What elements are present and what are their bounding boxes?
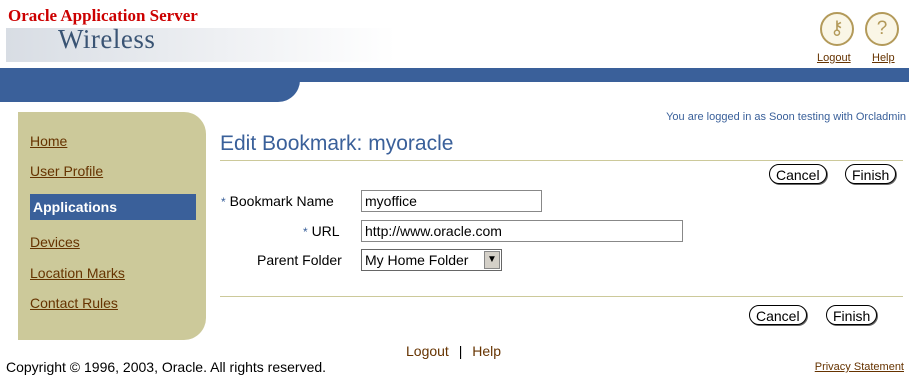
title-divider xyxy=(220,160,903,161)
parent-folder-value: My Home Folder xyxy=(365,252,469,268)
required-icon: * xyxy=(221,195,226,209)
cancel-button-bottom[interactable]: Cancel xyxy=(749,305,807,325)
footer-logout-link[interactable]: Logout xyxy=(406,343,449,359)
url-label: * URL xyxy=(303,223,340,239)
nav-item-location-marks[interactable]: Location Marks xyxy=(30,265,125,281)
side-nav: Home User Profile Applications Devices L… xyxy=(18,112,206,340)
footer-separator: | xyxy=(458,343,463,359)
nav-item-devices[interactable]: Devices xyxy=(30,234,80,250)
brand-title: Oracle Application Server xyxy=(8,6,198,25)
privacy-statement-link[interactable]: Privacy Statement xyxy=(815,361,904,373)
finish-button-bottom[interactable]: Finish xyxy=(826,305,878,325)
header-tab-shape xyxy=(0,80,300,102)
bookmark-name-label-text: Bookmark Name xyxy=(229,193,334,209)
header-help-link[interactable]: Help xyxy=(872,52,895,64)
page-title: Edit Bookmark: myoracle xyxy=(220,132,454,155)
nav-item-home[interactable]: Home xyxy=(30,133,67,149)
footer-help-link[interactable]: Help xyxy=(472,343,501,359)
header-logout-link[interactable]: Logout xyxy=(817,52,851,64)
login-status: You are logged in as Soon testing with O… xyxy=(666,111,906,123)
nav-item-applications[interactable]: Applications xyxy=(30,194,196,220)
bookmark-name-label: * Bookmark Name xyxy=(221,193,334,209)
question-icon[interactable]: ? xyxy=(865,12,899,46)
bookmark-name-field[interactable]: myoffice xyxy=(361,190,542,212)
required-icon: * xyxy=(303,225,308,239)
parent-folder-label: Parent Folder xyxy=(257,252,342,268)
finish-button-top[interactable]: Finish xyxy=(845,164,897,184)
brand-product: Wireless xyxy=(58,24,156,54)
nav-item-user-profile[interactable]: User Profile xyxy=(30,163,103,179)
footer-links: Logout | Help xyxy=(406,343,501,359)
bottom-divider xyxy=(220,296,903,297)
chevron-down-icon[interactable]: ▼ xyxy=(484,251,500,269)
url-label-text: URL xyxy=(311,223,340,239)
cancel-button-top[interactable]: Cancel xyxy=(769,164,827,184)
parent-folder-select[interactable]: My Home Folder ▼ xyxy=(361,249,502,271)
copyright-text: Copyright © 1996, 2003, Oracle. All righ… xyxy=(6,359,327,375)
key-icon[interactable]: ⚷ xyxy=(820,12,854,46)
url-field[interactable]: http://www.oracle.com xyxy=(361,220,683,242)
nav-item-contact-rules[interactable]: Contact Rules xyxy=(30,295,118,311)
